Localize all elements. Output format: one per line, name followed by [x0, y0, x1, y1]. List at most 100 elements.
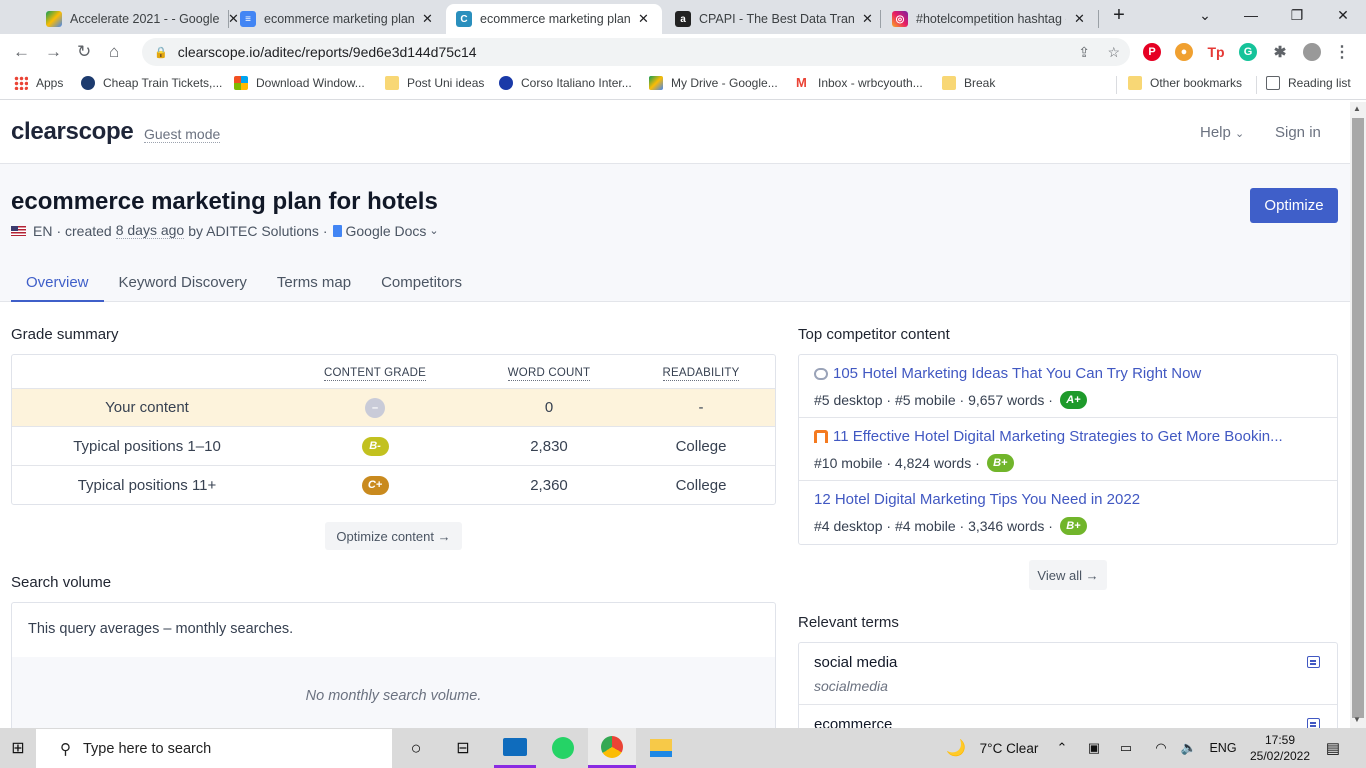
- optimize-button[interactable]: Optimize: [1250, 188, 1338, 223]
- created-prefix: · created: [56, 222, 112, 239]
- notifications-icon[interactable]: ▤: [1320, 728, 1346, 768]
- show-hidden-icons[interactable]: ⌃: [1052, 728, 1072, 768]
- google-docs-dropdown[interactable]: Google Docs ⌄: [331, 222, 439, 239]
- home-icon[interactable]: ⌂: [109, 42, 119, 62]
- integration-label: Google Docs: [345, 222, 427, 239]
- browser-tab[interactable]: ◎ #hotelcompetition hashtag o ✕: [882, 4, 1095, 34]
- chevron-down-icon: ⌄: [429, 225, 439, 237]
- windows-start-icon[interactable]: ⊞: [0, 728, 36, 768]
- whatsapp-icon[interactable]: [542, 728, 584, 768]
- forward-icon[interactable]: →: [45, 42, 62, 62]
- browser-tab[interactable]: a CPAPI - The Best Data Transfe ✕: [665, 4, 883, 34]
- tp-extension-icon[interactable]: Tp: [1207, 43, 1225, 61]
- readability: College: [675, 437, 727, 455]
- browser-menu-icon[interactable]: ⋮: [1333, 43, 1351, 61]
- folder-icon: [385, 76, 399, 90]
- bookmark-label: Post Uni ideas: [407, 76, 485, 90]
- comment-icon[interactable]: [1307, 656, 1320, 668]
- input-language[interactable]: ENG: [1206, 728, 1240, 768]
- bookmark-apps[interactable]: Apps: [14, 76, 63, 90]
- extensions-puzzle-icon[interactable]: ✱: [1271, 43, 1289, 61]
- clock[interactable]: 17:59 25/02/2022: [1244, 728, 1316, 768]
- weather-text[interactable]: 7°C Clear: [974, 728, 1044, 768]
- profile-avatar[interactable]: [1303, 43, 1321, 61]
- clearscope-logo[interactable]: clearscope: [11, 118, 134, 146]
- comment-icon[interactable]: [1307, 718, 1320, 728]
- tab-search-icon[interactable]: ⌄: [1182, 0, 1228, 30]
- optimize-content-button[interactable]: Optimize content →: [325, 522, 462, 550]
- competitor-link[interactable]: 12 Hotel Digital Marketing Tips You Need…: [814, 491, 1140, 508]
- bookmark-item[interactable]: Corso Italiano Inter...: [499, 76, 632, 90]
- folder-icon: [1128, 76, 1142, 90]
- reading-list[interactable]: Reading list: [1266, 76, 1351, 90]
- us-flag-icon: [11, 225, 26, 236]
- back-icon[interactable]: ←: [13, 42, 30, 62]
- competitor-link[interactable]: 105 Hotel Marketing Ideas That You Can T…: [814, 365, 1201, 382]
- column-header-word-count[interactable]: WORD COUNT: [507, 367, 591, 381]
- browser-tab-active[interactable]: C ecommerce marketing plan f ✕: [446, 4, 662, 34]
- share-icon[interactable]: ⇪: [1078, 44, 1090, 61]
- bookmark-star-icon[interactable]: ☆: [1107, 44, 1120, 61]
- close-tab-icon[interactable]: ✕: [638, 11, 649, 27]
- mail-app-icon[interactable]: [494, 728, 536, 768]
- guest-mode-label[interactable]: Guest mode: [144, 126, 221, 143]
- word-count: 2,830: [530, 437, 568, 455]
- column-header-content-grade[interactable]: CONTENT GRADE: [323, 367, 427, 381]
- restore-icon[interactable]: ❐: [1274, 0, 1320, 30]
- scroll-down-icon[interactable]: ▼: [1353, 715, 1361, 724]
- bookmark-item[interactable]: Download Window...: [234, 76, 365, 90]
- competitor-link[interactable]: 11 Effective Hotel Digital Marketing Str…: [814, 428, 1283, 445]
- browser-tab[interactable]: ≡ ecommerce marketing plan f ✕: [230, 4, 443, 34]
- clearscope-icon: C: [456, 11, 472, 27]
- extension-icon[interactable]: ●: [1175, 43, 1193, 61]
- column-header-readability[interactable]: READABILITY: [662, 367, 740, 381]
- grade-badge: C+: [361, 475, 389, 495]
- bookmark-item[interactable]: My Drive - Google...: [649, 76, 778, 90]
- close-window-icon[interactable]: ✕: [1320, 0, 1366, 30]
- new-tab-button[interactable]: +: [1096, 0, 1142, 30]
- wifi-icon[interactable]: ◠: [1150, 728, 1172, 768]
- tab-overview[interactable]: Overview: [11, 264, 104, 302]
- readability: College: [675, 476, 727, 494]
- tab-terms-map[interactable]: Terms map: [262, 264, 366, 302]
- file-explorer-icon[interactable]: [640, 728, 682, 768]
- volume-icon[interactable]: 🔈: [1178, 728, 1200, 768]
- grammarly-extension-icon[interactable]: G: [1239, 43, 1257, 61]
- word-count: 0: [544, 399, 554, 416]
- bookmark-item[interactable]: M Inbox - wrbcyouth...: [796, 76, 923, 91]
- term-item[interactable]: ecommerce: [799, 705, 1337, 728]
- view-all-button[interactable]: View all →: [1029, 560, 1107, 590]
- tab-keyword-discovery[interactable]: Keyword Discovery: [104, 264, 262, 302]
- competitor-title: 12 Hotel Digital Marketing Tips You Need…: [814, 491, 1141, 508]
- sign-in-link[interactable]: Sign in: [1275, 124, 1321, 141]
- help-menu[interactable]: Help ⌄: [1200, 124, 1244, 141]
- bookmark-folder[interactable]: Break: [942, 76, 995, 90]
- taskbar-search[interactable]: ⚲ Type here to search: [36, 729, 392, 768]
- weather-moon-icon[interactable]: 🌙: [944, 728, 968, 768]
- reload-icon[interactable]: ↻: [77, 42, 91, 62]
- clock-date: 25/02/2022: [1249, 749, 1311, 763]
- minimize-icon[interactable]: —: [1228, 0, 1274, 30]
- task-view-icon[interactable]: ⊟: [443, 728, 483, 768]
- tab-competitors[interactable]: Competitors: [366, 264, 477, 302]
- other-bookmarks[interactable]: Other bookmarks: [1128, 76, 1242, 90]
- bookmark-item[interactable]: Cheap Train Tickets,...: [81, 76, 222, 90]
- pinterest-extension-icon[interactable]: P: [1143, 43, 1161, 61]
- close-tab-icon[interactable]: ✕: [1074, 11, 1085, 27]
- meet-now-icon[interactable]: ▣: [1084, 728, 1104, 768]
- chrome-taskbar-icon[interactable]: [588, 728, 636, 768]
- url-bar[interactable]: 🔒 clearscope.io/aditec/reports/9ed6e3d14…: [142, 38, 1130, 66]
- url-text[interactable]: clearscope.io/aditec/reports/9ed6e3d144d…: [178, 44, 477, 60]
- browser-tab[interactable]: Accelerate 2021 - - Google D ✕: [36, 4, 249, 34]
- term-item[interactable]: social media socialmedia: [799, 643, 1337, 705]
- scrollbar-thumb[interactable]: [1352, 118, 1364, 718]
- close-tab-icon[interactable]: ✕: [862, 11, 873, 27]
- competitor-meta: #4 desktop · #4 mobile · 3,346 words · B…: [814, 517, 1087, 535]
- bookmark-folder[interactable]: Post Uni ideas: [385, 76, 484, 90]
- close-tab-icon[interactable]: ✕: [422, 11, 433, 27]
- scroll-up-icon[interactable]: ▲: [1353, 104, 1361, 113]
- bookmark-label: Cheap Train Tickets,...: [103, 76, 223, 90]
- cortana-icon[interactable]: ○: [396, 728, 436, 768]
- battery-icon[interactable]: ▭: [1115, 728, 1137, 768]
- search-volume-summary: This query averages – monthly searches.: [28, 621, 294, 637]
